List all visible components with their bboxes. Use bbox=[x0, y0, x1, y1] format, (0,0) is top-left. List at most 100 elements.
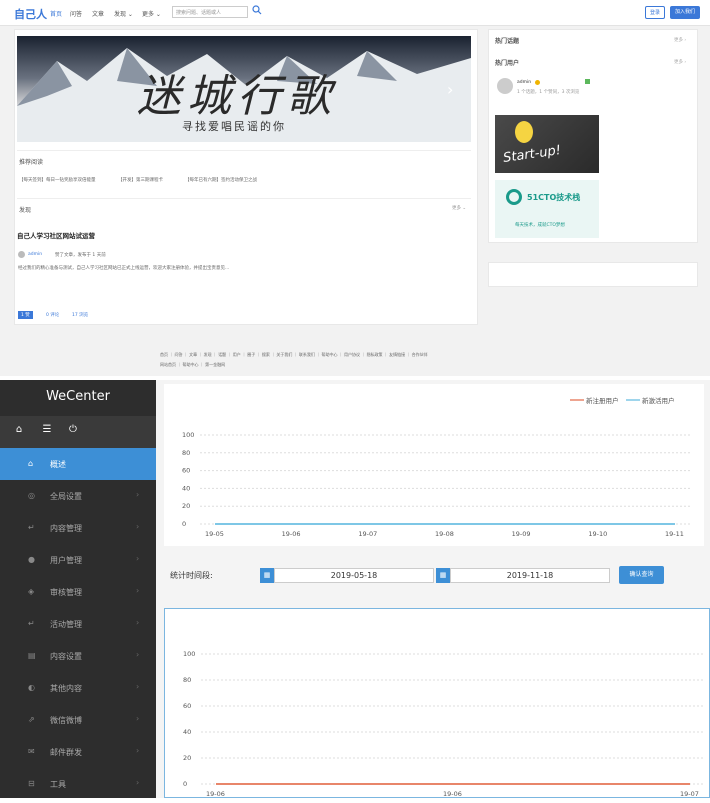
moon-icon: ◐ bbox=[28, 683, 35, 692]
sidebar-item[interactable]: ▤ 内容设置 › bbox=[0, 640, 156, 672]
footer-link[interactable]: 关于我们 bbox=[276, 352, 292, 357]
hot-topics-more[interactable]: 更多 › bbox=[674, 37, 686, 43]
sidebar-item[interactable]: ↵ 内容管理 › bbox=[0, 512, 156, 544]
end-date-input[interactable]: 2019-11-18 bbox=[450, 568, 610, 583]
recommend-title: 推荐阅读 bbox=[19, 159, 44, 166]
chevron-right-icon: › bbox=[136, 554, 140, 563]
y-tick-label: 60 bbox=[183, 702, 191, 710]
footer-link[interactable]: 隐私政策 bbox=[367, 352, 383, 357]
footer-link[interactable]: 帮助中心 bbox=[183, 362, 199, 367]
y-tick-label: 100 bbox=[182, 431, 194, 439]
discover-more-link[interactable]: 更多 ⌄ bbox=[452, 205, 466, 211]
footer-link[interactable]: 文章 bbox=[189, 352, 197, 357]
nav-discover[interactable]: 发现 ⌄ bbox=[114, 9, 133, 18]
login-button[interactable]: 登录 bbox=[645, 6, 665, 19]
sidebar-item-label: 审核管理 bbox=[50, 588, 82, 597]
hot-user-name[interactable]: admin bbox=[517, 80, 531, 85]
legend-label: 新激活用户 bbox=[642, 396, 675, 405]
site-logo[interactable]: 自己人 bbox=[14, 6, 47, 22]
footer-link[interactable]: 话题 bbox=[218, 352, 226, 357]
startup-ad-image[interactable]: Start-up! bbox=[495, 115, 599, 173]
footer-links: 首页 ｜ 问答 ｜ 文章 ｜ 发现 ｜ 话题 ｜ 用户 ｜ 圈子 ｜ 搜索 ｜ … bbox=[160, 352, 428, 357]
sidebar-item[interactable]: ◐ 其他内容 › bbox=[0, 672, 156, 704]
sidebar-item[interactable]: ● 用户管理 › bbox=[0, 544, 156, 576]
recommend-item[interactable]: 【每天签到】每日一钻奖励享双倍能量 bbox=[19, 177, 114, 183]
y-tick-label: 100 bbox=[183, 650, 195, 658]
sidebar-item-label: 活动管理 bbox=[50, 620, 82, 629]
sidebar-item[interactable]: ⇗ 微信微博 › bbox=[0, 704, 156, 736]
sidebar-item-label: 其他内容 bbox=[50, 684, 82, 693]
like-button[interactable]: 1 赞 bbox=[18, 311, 33, 319]
footer-link[interactable]: 搜索 bbox=[262, 352, 270, 357]
hot-users-more[interactable]: 更多 › bbox=[674, 59, 686, 65]
avatar[interactable] bbox=[18, 251, 25, 258]
query-button[interactable]: 确认查询 bbox=[619, 566, 664, 584]
x-tick-label: 19-05 bbox=[205, 530, 224, 538]
sidebar-item[interactable]: ↵ 活动管理 › bbox=[0, 608, 156, 640]
recommend-item[interactable]: 【每年已有六期】签约活动保卫之战 bbox=[185, 177, 305, 183]
y-tick-label: 80 bbox=[183, 676, 191, 684]
list-icon: ▤ bbox=[28, 651, 36, 660]
footer-link[interactable]: 圈子 bbox=[247, 352, 255, 357]
footer-link[interactable]: 问答 bbox=[175, 352, 183, 357]
sidebar-item[interactable]: ◎ 全局设置 › bbox=[0, 480, 156, 512]
sidebar-item[interactable]: ⊟ 工具 › bbox=[0, 768, 156, 800]
x-tick-label: 19-11 bbox=[665, 530, 684, 538]
sidebar-item[interactable]: ◈ 审核管理 › bbox=[0, 576, 156, 608]
sidebar-item[interactable]: ⌂ 概述 bbox=[0, 448, 156, 480]
post-user[interactable]: admin bbox=[28, 252, 42, 257]
comment-count[interactable]: 0 评论 bbox=[46, 312, 59, 318]
mail-icon: ✉ bbox=[28, 747, 35, 756]
power-icon[interactable]: ⏻ bbox=[66, 424, 80, 438]
x-tick-label: 19-07 bbox=[358, 530, 377, 538]
top-nav: 自己人 首页 问答 文章 发现 ⌄ 更多 ⌄ 搜索问题、话题或人 登录 加入我们 bbox=[0, 0, 710, 26]
calendar-icon[interactable]: ▦ bbox=[260, 568, 274, 583]
view-count: 17 浏览 bbox=[72, 313, 89, 318]
nav-articles[interactable]: 文章 bbox=[92, 9, 104, 18]
hot-user-avatar[interactable] bbox=[497, 78, 513, 94]
start-date-input[interactable]: 2019-05-18 bbox=[274, 568, 434, 583]
sidebar-item-label: 概述 bbox=[50, 460, 66, 469]
sidebar-item[interactable]: ✉ 邮件群发 › bbox=[0, 736, 156, 768]
post-title[interactable]: 自己人学习社区网站试运营 bbox=[17, 230, 95, 240]
discover-title: 发现 bbox=[19, 207, 32, 214]
lightbulb-icon bbox=[515, 121, 533, 143]
search-icon[interactable] bbox=[252, 5, 262, 15]
home-icon[interactable]: ⌂ bbox=[12, 424, 26, 438]
51cto-ad[interactable]: 51CTO技术栈 每天技术，成就CTO梦想 bbox=[495, 180, 599, 238]
nav-more[interactable]: 更多 ⌄ bbox=[142, 9, 161, 18]
search-input[interactable]: 搜索问题、话题或人 bbox=[172, 6, 248, 18]
footer-link[interactable]: 网站首页 bbox=[160, 362, 176, 367]
footer-link[interactable]: 第一金融网 bbox=[205, 362, 225, 367]
calendar-icon[interactable]: ▦ bbox=[436, 568, 450, 583]
footer-link[interactable]: 合作伙伴 bbox=[412, 352, 428, 357]
footer-link[interactable]: 用户 bbox=[233, 352, 241, 357]
ad-brand: 51CTO技术栈 bbox=[527, 193, 581, 202]
join-button[interactable]: 加入我们 bbox=[670, 6, 700, 19]
nav-home[interactable]: 首页 bbox=[50, 9, 62, 18]
recommend-item[interactable]: 【开发】第三期课程卡 bbox=[118, 177, 188, 183]
footer-link[interactable]: 友情链接 bbox=[389, 352, 405, 357]
chevron-right-icon: › bbox=[136, 586, 140, 595]
divider bbox=[17, 150, 471, 151]
footer-link[interactable]: 帮助中心 bbox=[321, 352, 337, 357]
brand-title: WeCenter bbox=[0, 380, 156, 416]
chevron-right-icon: › bbox=[136, 714, 140, 723]
follow-icon[interactable] bbox=[585, 79, 590, 84]
y-tick-label: 20 bbox=[183, 754, 191, 762]
y-tick-label: 40 bbox=[183, 728, 191, 736]
legend-label: 新注册用户 bbox=[586, 396, 619, 405]
x-tick-label: 19-10 bbox=[588, 530, 607, 538]
nav-questions[interactable]: 问答 bbox=[70, 9, 82, 18]
banner-image[interactable]: 迷城行歌 寻找爱唱民谣的你 › bbox=[17, 36, 471, 142]
footer-link[interactable]: 发现 bbox=[204, 352, 212, 357]
chart-svg: 0 20 40 60 80 100 19-06 19-06 19-07 bbox=[183, 650, 705, 798]
list-icon[interactable]: ☰ bbox=[40, 424, 54, 438]
footer-link[interactable]: 首页 bbox=[160, 352, 168, 357]
footer-link[interactable]: 用户协议 bbox=[344, 352, 360, 357]
y-tick-label: 80 bbox=[182, 449, 190, 457]
footer-link[interactable]: 联系我们 bbox=[299, 352, 315, 357]
banner-title: 迷城行歌 bbox=[137, 71, 337, 122]
next-arrow-icon[interactable]: › bbox=[447, 80, 463, 99]
right-panel-bottom bbox=[488, 262, 698, 287]
